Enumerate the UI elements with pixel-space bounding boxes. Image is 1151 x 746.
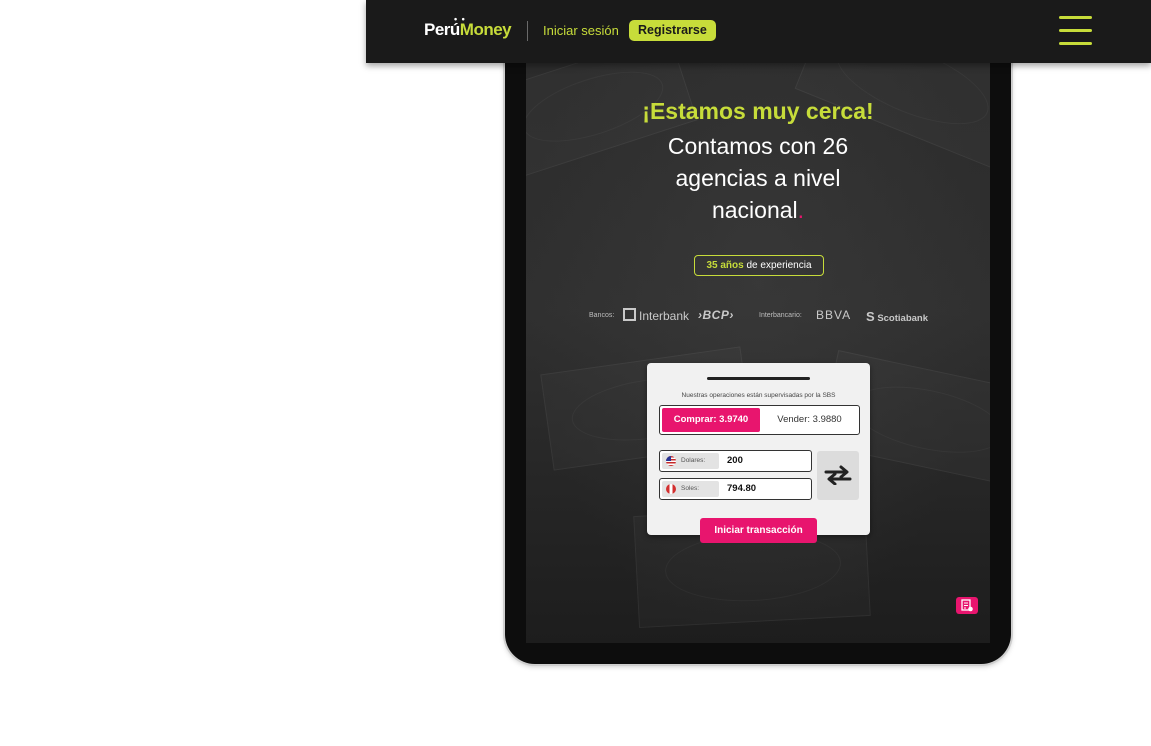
experience-text: de experiencia — [743, 260, 812, 271]
exchange-card: Nuestras operaciones están supervisadas … — [647, 363, 870, 543]
interbank-transfer-label: Interbancario: — [759, 312, 802, 319]
bbva-logo: BBVA — [816, 308, 852, 322]
hero-subheading-text: Contamos con 26 agencias a nivel naciona… — [667, 133, 849, 223]
peru-flag-icon — [666, 484, 676, 494]
menu-line — [1059, 29, 1092, 32]
sell-rate-tab[interactable]: Vender: 3.9880 — [762, 408, 857, 432]
usd-label: Dolares: — [681, 457, 706, 464]
pen-amount-field[interactable]: Soles: 794.80 — [659, 478, 812, 500]
header-divider — [527, 21, 528, 41]
start-transaction-button[interactable]: Iniciar transacción — [700, 518, 817, 543]
login-link[interactable]: Iniciar sesión — [543, 23, 619, 38]
swap-currency-button[interactable] — [817, 451, 859, 500]
interbank-logo: Interbank — [623, 308, 689, 323]
register-button[interactable]: Registrarse — [629, 20, 716, 41]
buy-rate-tab[interactable]: Comprar: 3.9740 — [662, 408, 760, 432]
menu-line — [1059, 16, 1092, 19]
scotiabank-name: Scotiabank — [877, 313, 928, 324]
banks-row: Bancos: Interbank ›BCP› Interbancario: B… — [526, 307, 990, 325]
menu-line — [1059, 42, 1092, 45]
calculator-icon — [961, 599, 973, 612]
pen-currency-tag: Soles: — [662, 481, 719, 497]
bcp-logo: ›BCP› — [698, 308, 734, 322]
site-header: • • PerúMoney Iniciar sesión Registrarse — [366, 0, 1151, 63]
us-flag-icon — [666, 456, 676, 466]
pen-amount-value[interactable]: 794.80 — [727, 479, 756, 499]
hero-headline: ¡Estamos muy cerca! — [642, 98, 874, 124]
scotiabank-logo: S Scotiabank — [866, 309, 928, 324]
calculator-float-button[interactable] — [956, 597, 978, 614]
rate-toggle: Comprar: 3.9740 Vender: 3.9880 — [659, 405, 860, 435]
interbank-square-icon — [623, 308, 636, 321]
scotiabank-s-icon: S — [866, 309, 875, 324]
logo-dots-icon: • • — [454, 14, 466, 24]
experience-badge: 35 años de experiencia — [694, 255, 824, 276]
interbank-name: Interbank — [639, 309, 690, 323]
banks-label: Bancos: — [589, 312, 615, 319]
hamburger-menu-icon[interactable] — [1059, 16, 1092, 46]
card-handle — [707, 377, 810, 380]
usd-currency-tag: Dolares: — [662, 453, 719, 469]
usd-amount-field[interactable]: Dolares: 200 — [659, 450, 812, 472]
tablet-screen: ¡Estamos muy cerca! Contamos con 26 agen… — [526, 40, 990, 643]
swap-arrows-icon — [824, 465, 852, 485]
logo-text-money: Money — [459, 20, 512, 39]
usd-amount-value[interactable]: 200 — [727, 451, 743, 471]
experience-years: 35 años — [706, 260, 744, 271]
hero-subheading: Contamos con 26 agencias a nivel naciona… — [638, 130, 878, 226]
sbs-note: Nuestras operaciones están supervisadas … — [681, 392, 836, 399]
hero-subheading-dot: . — [797, 197, 805, 223]
peru-money-logo[interactable]: • • PerúMoney — [424, 14, 512, 40]
pen-label: Soles: — [681, 485, 700, 492]
